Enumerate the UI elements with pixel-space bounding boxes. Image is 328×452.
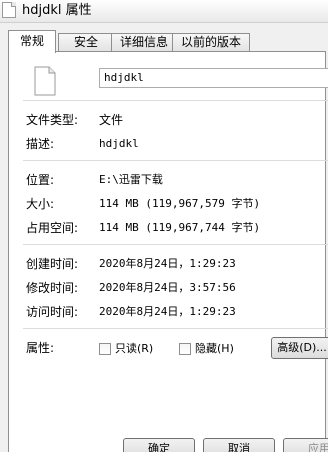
divider: [23, 244, 328, 245]
readonly-checkbox[interactable]: [99, 343, 111, 355]
accessed-label: 访问时间:: [26, 305, 79, 319]
accessed-value: 2020年8月24日，1:29:23: [99, 305, 236, 318]
description-label: 描述:: [26, 137, 55, 151]
title-bar[interactable]: hdjdkl 属性: [0, 0, 328, 23]
created-label: 创建时间:: [26, 257, 79, 271]
divider: [23, 328, 328, 329]
location-value: E:\迅雷下载: [99, 173, 163, 186]
advanced-button[interactable]: 高级(D)...: [271, 337, 328, 359]
modified-label: 修改时间:: [26, 281, 79, 295]
created-value: 2020年8月24日，1:29:23: [99, 257, 236, 270]
modified-value: 2020年8月24日，3:57:56: [99, 281, 236, 294]
description-value: hdjdkl: [99, 137, 139, 150]
hidden-label[interactable]: 隐藏(H): [195, 341, 234, 357]
file-type-value: 文件: [99, 113, 124, 127]
window-title: hdjdkl 属性: [22, 3, 92, 18]
divider: [23, 100, 328, 101]
divider: [23, 160, 328, 161]
file-icon: [34, 66, 56, 96]
size-label: 大小:: [26, 197, 55, 211]
cancel-button[interactable]: 取消: [203, 438, 275, 452]
hidden-checkbox[interactable]: [179, 343, 191, 355]
tab-previous-versions[interactable]: 以前的版本: [172, 33, 250, 51]
size-value: 114 MB (119,967,579 字节): [99, 197, 261, 210]
tab-security[interactable]: 安全: [58, 33, 114, 51]
tab-general[interactable]: 常规: [8, 30, 56, 53]
size-on-disk-value: 114 MB (119,967,744 字节): [99, 221, 261, 234]
tab-details[interactable]: 详细信息: [111, 33, 177, 51]
location-label: 位置:: [26, 173, 55, 187]
attributes-label: 属性:: [26, 341, 55, 355]
apply-button[interactable]: 应用: [283, 438, 328, 452]
size-on-disk-label: 占用空间:: [26, 221, 79, 235]
file-name-field[interactable]: hdjdkl: [99, 68, 328, 88]
file-type-label: 文件类型:: [26, 113, 79, 127]
general-panel: hdjdkl 文件类型: 文件 描述: hdjdkl 位置: E:\迅雷下载 大…: [8, 51, 328, 452]
readonly-label[interactable]: 只读(R): [115, 341, 153, 357]
ok-button[interactable]: 确定: [123, 438, 195, 452]
file-icon: [2, 2, 16, 18]
properties-window: hdjdkl 属性 常规 安全 详细信息 以前的版本 hdjdkl 文件类型: …: [0, 0, 328, 452]
